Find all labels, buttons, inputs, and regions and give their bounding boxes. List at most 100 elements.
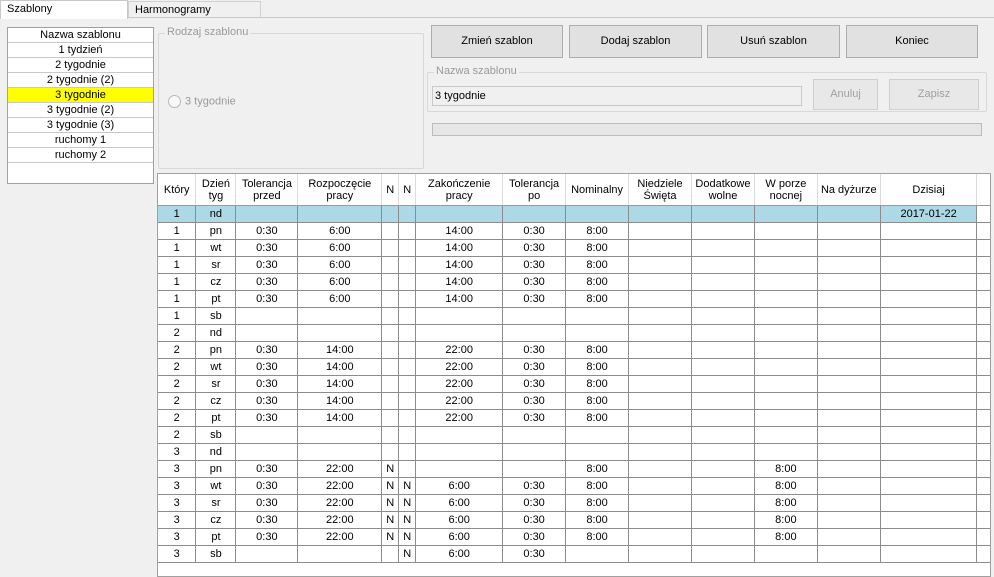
table-cell[interactable]: 3	[158, 528, 197, 546]
table-cell[interactable]	[565, 545, 630, 563]
table-cell[interactable]: 8:00	[565, 392, 630, 410]
column-header[interactable]: Nominalny	[565, 174, 630, 206]
table-cell[interactable]: 22:00	[297, 460, 383, 478]
table-row[interactable]: 2 pn 0:30 14:00 22:00 0:30 8:00	[158, 341, 990, 359]
table-cell[interactable]: 1	[158, 307, 197, 325]
table-cell[interactable]	[502, 307, 567, 325]
table-cell[interactable]	[565, 443, 630, 461]
table-cell[interactable]	[235, 545, 299, 563]
table-cell[interactable]	[754, 409, 818, 427]
table-cell[interactable]	[817, 256, 881, 274]
table-cell[interactable]	[235, 324, 299, 342]
table-cell[interactable]: 3	[158, 511, 197, 529]
table-cell[interactable]: 3	[158, 477, 197, 495]
table-cell[interactable]: 8:00	[565, 273, 630, 291]
table-cell[interactable]: 0:30	[502, 477, 567, 495]
table-cell[interactable]	[398, 426, 417, 444]
table-cell[interactable]: N	[381, 494, 400, 512]
table-cell[interactable]: pt	[195, 290, 237, 308]
table-cell[interactable]	[415, 426, 504, 444]
table-cell[interactable]	[398, 256, 417, 274]
table-cell[interactable]	[398, 375, 417, 393]
table-cell[interactable]	[381, 375, 400, 393]
table-cell[interactable]: N	[381, 477, 400, 495]
table-cell[interactable]: sb	[195, 545, 237, 563]
table-cell[interactable]: 8:00	[565, 256, 630, 274]
table-cell[interactable]	[628, 443, 692, 461]
table-cell[interactable]	[628, 528, 692, 546]
table-cell[interactable]	[502, 205, 567, 223]
table-row[interactable]: 3nd	[158, 443, 990, 461]
table-cell[interactable]: 0:30	[235, 222, 299, 240]
table-cell[interactable]: 2	[158, 426, 197, 444]
table-cell[interactable]	[691, 460, 755, 478]
table-cell[interactable]	[754, 239, 818, 257]
table-cell[interactable]	[628, 273, 692, 291]
table-row[interactable]: 2 cz 0:30 14:00 22:00 0:30 8:00	[158, 392, 990, 410]
table-cell[interactable]: 0:30	[502, 511, 567, 529]
table-cell[interactable]	[817, 222, 881, 240]
template-item[interactable]: 1 tydzień	[8, 43, 153, 58]
table-cell[interactable]: 0:30	[502, 375, 567, 393]
table-cell[interactable]: 2	[158, 358, 197, 376]
table-cell[interactable]: 22:00	[297, 528, 383, 546]
table-cell[interactable]	[235, 307, 299, 325]
table-cell[interactable]: 2	[158, 392, 197, 410]
table-cell[interactable]	[235, 426, 299, 444]
table-cell[interactable]: 22:00	[415, 375, 504, 393]
table-cell[interactable]: 0:30	[235, 273, 299, 291]
table-cell[interactable]	[691, 205, 755, 223]
template-item[interactable]: ruchomy 1	[8, 133, 153, 148]
table-cell[interactable]	[754, 375, 818, 393]
table-cell[interactable]: N	[381, 511, 400, 529]
table-cell[interactable]	[565, 324, 630, 342]
table-cell[interactable]	[880, 239, 978, 257]
table-row[interactable]: 2nd	[158, 324, 990, 342]
table-cell[interactable]: pt	[195, 409, 237, 427]
table-row[interactable]: 3 wt 0:30 22:00 N N 6:00 0:30 8:00 8:00	[158, 477, 990, 495]
template-item[interactable]: 3 tygodnie (3)	[8, 118, 153, 133]
table-cell[interactable]	[235, 443, 299, 461]
table-cell[interactable]	[628, 460, 692, 478]
table-cell[interactable]: 0:30	[502, 290, 567, 308]
table-cell[interactable]: 0:30	[235, 239, 299, 257]
table-cell[interactable]	[628, 256, 692, 274]
table-row[interactable]: 3 sr 0:30 22:00 N N 6:00 0:30 8:00 8:00	[158, 494, 990, 512]
table-cell[interactable]: 8:00	[565, 409, 630, 427]
table-cell[interactable]: 8:00	[565, 511, 630, 529]
table-cell[interactable]: cz	[195, 511, 237, 529]
table-cell[interactable]	[297, 426, 383, 444]
table-row[interactable]: 1 sr 0:30 6:00 14:00 0:30 8:00	[158, 256, 990, 274]
table-cell[interactable]	[880, 273, 978, 291]
table-cell[interactable]	[754, 222, 818, 240]
table-cell[interactable]	[415, 205, 504, 223]
table-cell[interactable]	[691, 239, 755, 257]
table-cell[interactable]	[691, 392, 755, 410]
table-cell[interactable]	[880, 545, 978, 563]
table-cell[interactable]	[565, 426, 630, 444]
table-cell[interactable]: 8:00	[565, 358, 630, 376]
table-cell[interactable]	[502, 426, 567, 444]
table-cell[interactable]: sr	[195, 256, 237, 274]
template-item-selected[interactable]: 3 tygodnie	[8, 88, 153, 103]
template-item[interactable]: 3 tygodnie (2)	[8, 103, 153, 118]
table-cell[interactable]: 8:00	[754, 511, 818, 529]
table-cell[interactable]	[398, 358, 417, 376]
column-header[interactable]: Tolerancja po	[502, 174, 567, 206]
column-header[interactable]: W porze nocnej	[754, 174, 818, 206]
table-cell[interactable]	[817, 205, 881, 223]
column-header[interactable]: Który	[158, 174, 197, 206]
table-cell[interactable]	[628, 205, 692, 223]
table-cell[interactable]	[880, 392, 978, 410]
dodaj-szablon-button[interactable]: Dodaj szablon	[569, 25, 702, 58]
table-cell[interactable]	[880, 256, 978, 274]
table-cell[interactable]: 2	[158, 324, 197, 342]
table-cell[interactable]	[297, 307, 383, 325]
table-cell[interactable]	[628, 290, 692, 308]
table-cell[interactable]: 0:30	[235, 290, 299, 308]
table-cell[interactable]	[565, 205, 630, 223]
table-row[interactable]: 3 pt 0:30 22:00 N N 6:00 0:30 8:00 8:00	[158, 528, 990, 546]
schedule-grid[interactable]: Który Dzień tyg Tolerancja przed Rozpoczęci…	[157, 173, 991, 577]
table-cell[interactable]: 14:00	[297, 392, 383, 410]
table-cell[interactable]: 0:30	[235, 341, 299, 359]
